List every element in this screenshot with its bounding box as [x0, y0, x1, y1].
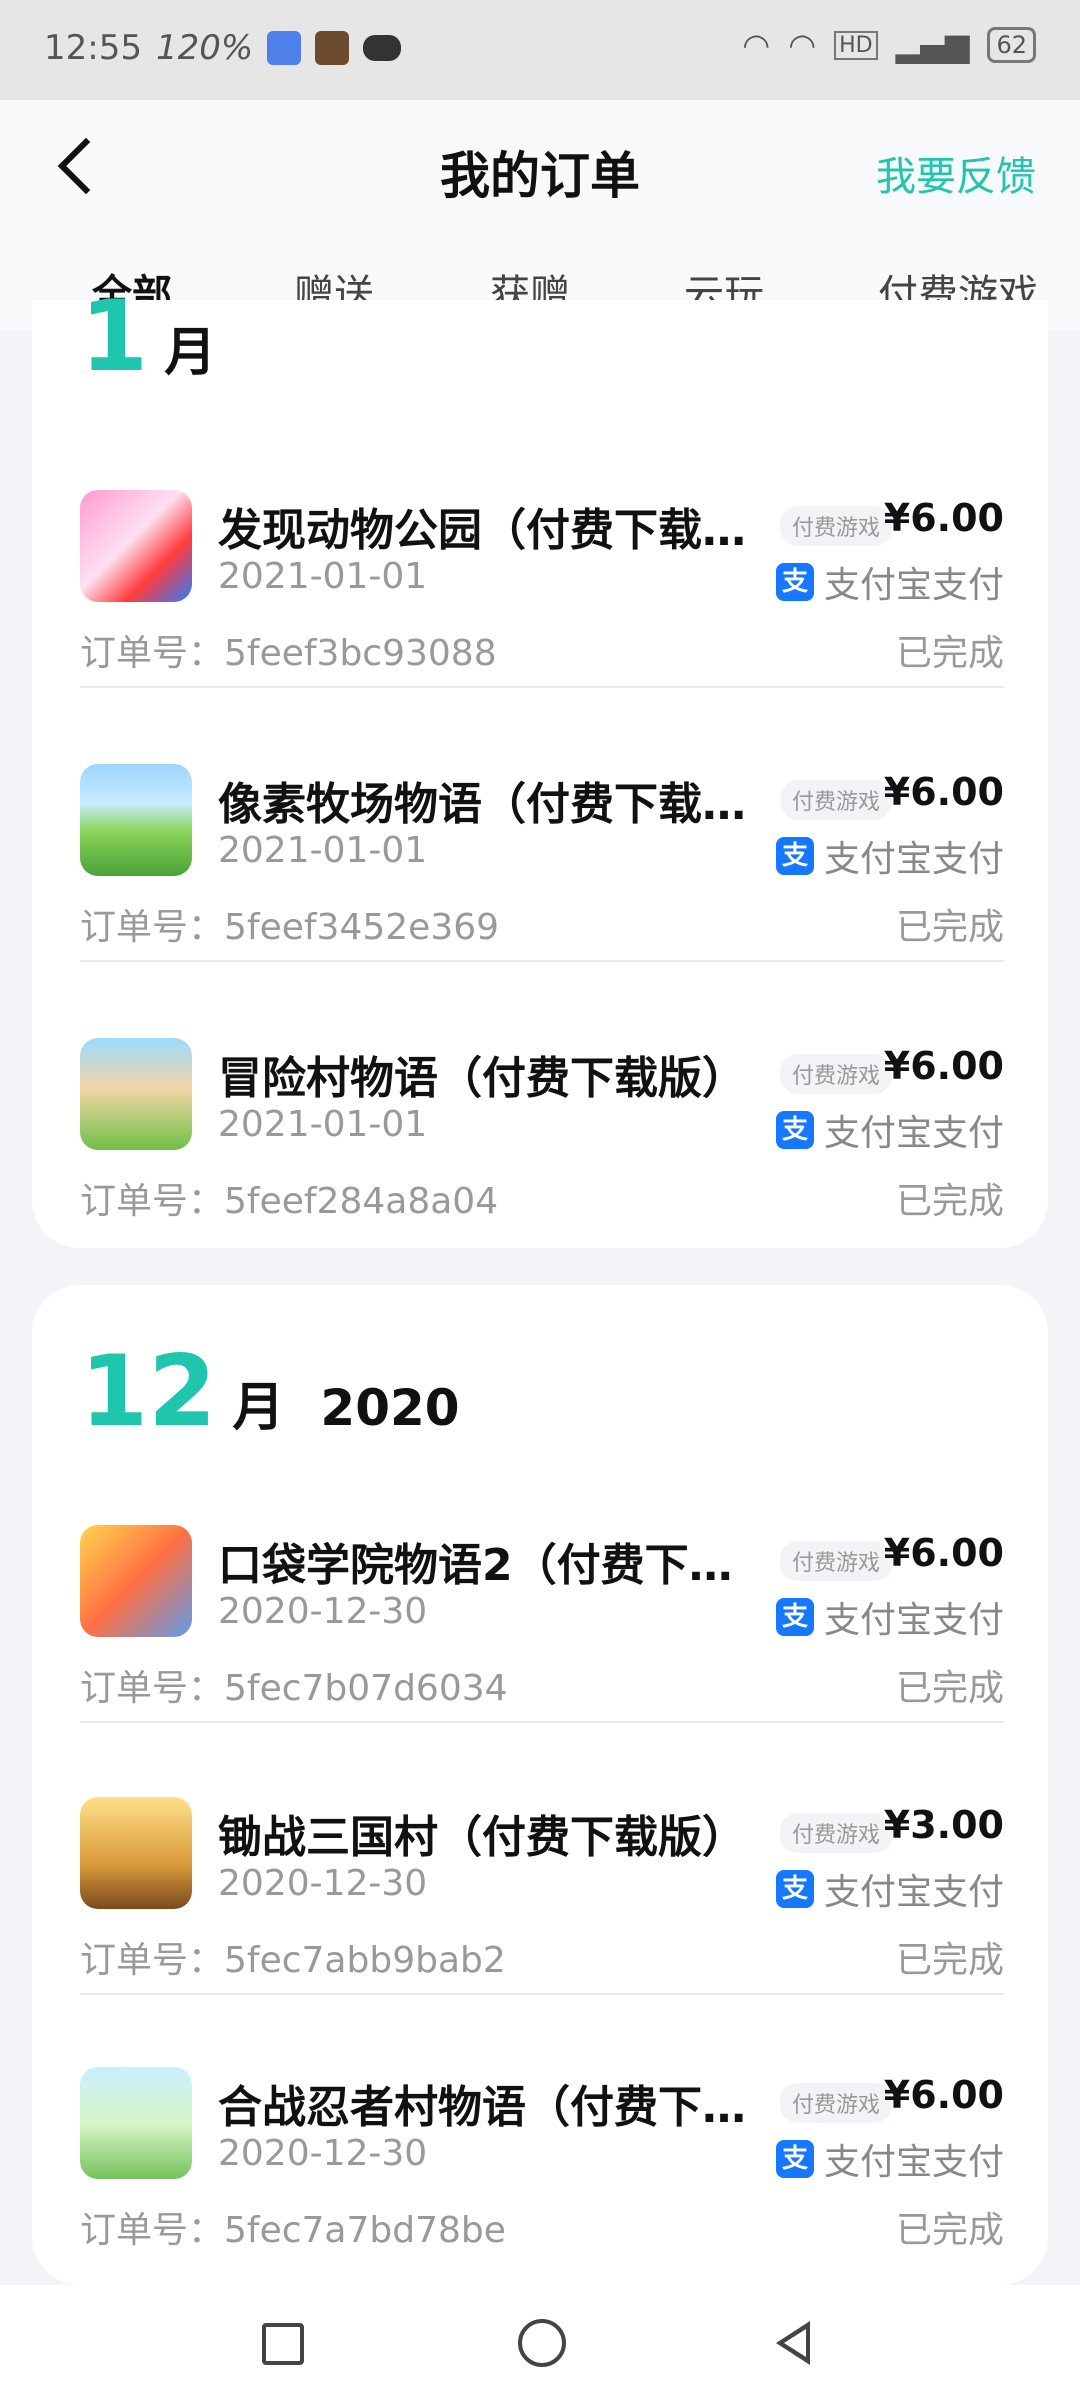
- order-status: 已完成: [895, 1668, 1004, 1709]
- payment-method-label: 支付宝支付: [823, 1113, 1004, 1154]
- payment-method: 支 支付宝支付: [775, 556, 1004, 608]
- paid-game-tag: 付费游戏: [779, 780, 892, 820]
- order-price: ¥6.00: [883, 1531, 1004, 1575]
- signal-icon: ▂▄▆: [895, 26, 970, 64]
- paid-game-tag: 付费游戏: [779, 1813, 892, 1853]
- order-status: 已完成: [895, 2210, 1004, 2251]
- system-nav-bar: [0, 2285, 1080, 2400]
- paid-game-tag: 付费游戏: [779, 1541, 892, 1581]
- month-unit: 月: [232, 1378, 285, 1438]
- wifi-icon: ◠: [742, 26, 771, 64]
- game-name: 冒险村物语（付费下载版）: [218, 1053, 746, 1104]
- gamepad-icon: [363, 35, 402, 61]
- status-bar-right: ◠ ◠ HD ▂▄▆ 62: [742, 26, 1036, 64]
- order-status: 已完成: [895, 1181, 1004, 1222]
- status-time: 12:55: [44, 28, 142, 68]
- game-name: 发现动物公园（付费下载版）: [218, 505, 758, 556]
- order-date: 2021-01-01: [218, 556, 428, 597]
- adventure-village-game-icon: [80, 1038, 192, 1150]
- order-price: ¥6.00: [883, 1044, 1004, 1088]
- alipay-icon: 支: [775, 837, 814, 875]
- divider: [80, 960, 1004, 962]
- status-bar: 12:55 120% ◠ ◠ HD ▂▄▆ 62: [0, 0, 1080, 100]
- order-item[interactable]: 像素牧场物语（付费下载版） 2021-01-01 付费游戏 ¥6.00 支 支付…: [80, 742, 1004, 962]
- order-number: 订单号：5feef3452e369: [80, 907, 500, 948]
- payment-method: 支 支付宝支付: [775, 2133, 1004, 2185]
- month-unit: 月: [164, 323, 217, 383]
- feedback-button[interactable]: 我要反馈: [876, 144, 1036, 202]
- order-price: ¥6.00: [883, 496, 1004, 540]
- three-kingdoms-village-game-icon: [80, 1797, 192, 1909]
- alipay-icon: 支: [775, 1111, 814, 1149]
- game-app-icon: [315, 31, 350, 65]
- order-date: 2021-01-01: [218, 830, 428, 871]
- order-number: 订单号：5fec7abb9bab2: [80, 1940, 506, 1981]
- month-year: 2020: [320, 1379, 460, 1437]
- status-speed: 120%: [155, 28, 254, 68]
- notes-app-icon: [267, 31, 302, 65]
- month-number: 12: [80, 1335, 217, 1449]
- payment-method: 支 支付宝支付: [775, 1591, 1004, 1643]
- hotspot-icon: ◠: [788, 26, 817, 64]
- order-status: 已完成: [895, 1940, 1004, 1981]
- order-status: 已完成: [895, 907, 1004, 948]
- game-name: 锄战三国村（付费下载版）: [218, 1812, 746, 1863]
- back-triangle-icon[interactable]: [776, 2321, 810, 2365]
- paid-game-tag: 付费游戏: [779, 2083, 892, 2123]
- payment-method-label: 支付宝支付: [823, 2142, 1004, 2183]
- order-price: ¥6.00: [883, 770, 1004, 814]
- recents-square-icon[interactable]: [262, 2323, 304, 2365]
- order-price: ¥6.00: [883, 2073, 1004, 2117]
- order-status: 已完成: [895, 633, 1004, 674]
- battery-level: 62: [996, 31, 1027, 59]
- month-group-card: 12 月 2020 口袋学院物语2（付费下载版） 2020-12-30 付费游戏…: [32, 1285, 1048, 2285]
- month-group-card: 1 月 发现动物公园（付费下载版） 2021-01-01 付费游戏 ¥6.00 …: [32, 280, 1048, 1248]
- status-bar-left: 12:55 120%: [44, 28, 402, 68]
- alipay-icon: 支: [775, 1598, 814, 1636]
- payment-method-label: 支付宝支付: [823, 1872, 1004, 1913]
- order-item[interactable]: 口袋学院物语2（付费下载版） 2020-12-30 付费游戏 ¥6.00 支 支…: [80, 1503, 1004, 1723]
- alipay-icon: 支: [775, 563, 814, 601]
- order-number: 订单号：5fec7b07d6034: [80, 1668, 508, 1709]
- hd-icon: HD: [834, 30, 878, 60]
- paid-game-tag: 付费游戏: [779, 506, 892, 546]
- month-number: 1: [80, 280, 149, 394]
- order-number: 订单号：5feef3bc93088: [80, 633, 497, 674]
- order-date: 2020-12-30: [218, 1863, 428, 1904]
- divider: [80, 1721, 1004, 1723]
- pixel-ranch-game-icon: [80, 764, 192, 876]
- order-item[interactable]: 合战忍者村物语（付费下载版） 2020-12-30 付费游戏 ¥6.00 支 支…: [80, 2045, 1004, 2265]
- month-header: 12 月 2020: [80, 1335, 460, 1449]
- payment-method-label: 支付宝支付: [823, 839, 1004, 880]
- payment-method: 支 支付宝支付: [775, 830, 1004, 882]
- game-name: 口袋学院物语2（付费下载版）: [218, 1540, 758, 1591]
- payment-method-label: 支付宝支付: [823, 1600, 1004, 1641]
- pocket-academy-game-icon: [80, 1525, 192, 1637]
- order-item[interactable]: 发现动物公园（付费下载版） 2021-01-01 付费游戏 ¥6.00 支 支付…: [80, 468, 1004, 688]
- alipay-icon: 支: [775, 1870, 814, 1908]
- order-date: 2020-12-30: [218, 1591, 428, 1632]
- battery-icon: 62: [987, 27, 1036, 63]
- divider: [80, 686, 1004, 688]
- home-circle-icon[interactable]: [518, 2319, 566, 2367]
- payment-method: 支 支付宝支付: [775, 1104, 1004, 1156]
- order-date: 2020-12-30: [218, 2133, 428, 2174]
- order-price: ¥3.00: [883, 1803, 1004, 1847]
- order-date: 2021-01-01: [218, 1104, 428, 1145]
- paid-game-tag: 付费游戏: [779, 1054, 892, 1094]
- order-number: 订单号：5feef284a8a04: [80, 1181, 499, 1222]
- payment-method: 支 支付宝支付: [775, 1863, 1004, 1915]
- game-name: 合战忍者村物语（付费下载版）: [218, 2082, 758, 2133]
- payment-method-label: 支付宝支付: [823, 565, 1004, 606]
- ninja-village-game-icon: [80, 2067, 192, 2179]
- order-number: 订单号：5fec7a7bd78be: [80, 2210, 506, 2251]
- order-item[interactable]: 冒险村物语（付费下载版） 2021-01-01 付费游戏 ¥6.00 支 支付宝…: [80, 1016, 1004, 1236]
- alipay-icon: 支: [775, 2140, 814, 2178]
- header: 我的订单 我要反馈: [0, 100, 1080, 240]
- order-item[interactable]: 锄战三国村（付费下载版） 2020-12-30 付费游戏 ¥3.00 支 支付宝…: [80, 1775, 1004, 1995]
- game-name: 像素牧场物语（付费下载版）: [218, 779, 758, 830]
- month-header: 1 月: [80, 280, 216, 394]
- animal-park-game-icon: [80, 490, 192, 602]
- divider: [80, 1993, 1004, 1995]
